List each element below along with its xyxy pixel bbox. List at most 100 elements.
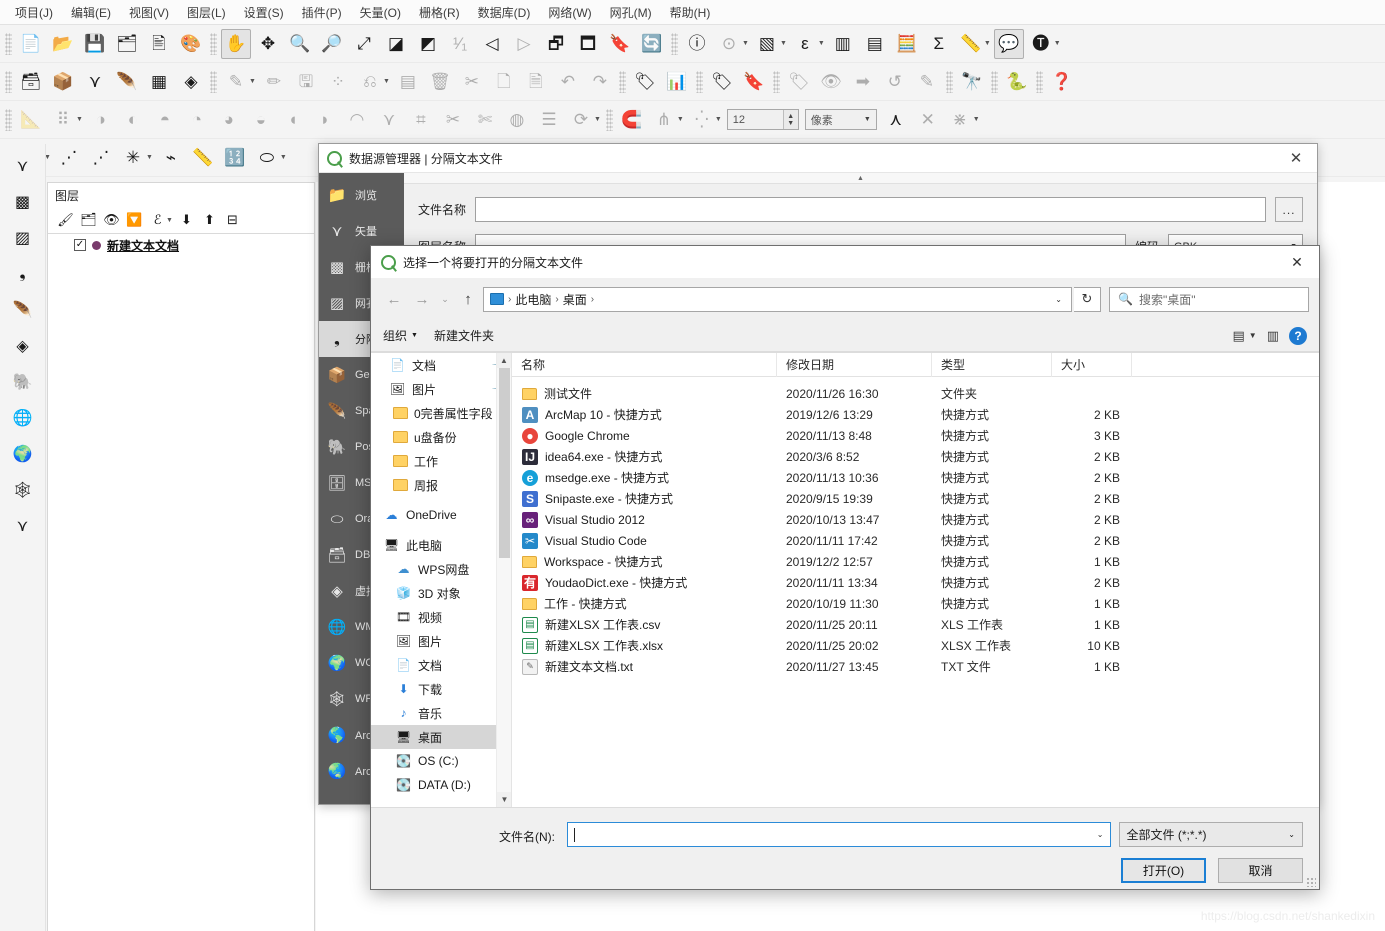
column-header-type[interactable]: 类型	[932, 353, 1052, 377]
cancel-button[interactable]: 取消	[1218, 858, 1303, 883]
python-console-icon[interactable]: 🐍	[1002, 67, 1032, 97]
toolbar-handle[interactable]	[695, 70, 703, 93]
add-delimited-text-icon[interactable]: ❟	[8, 259, 38, 289]
zoom-last-icon[interactable]: ◁	[477, 29, 507, 59]
chevron-down-icon[interactable]: ▼	[818, 40, 825, 47]
style-manager-icon[interactable]: 🎨	[176, 29, 206, 59]
menu-settings[interactable]: 设置(S)	[235, 1, 293, 24]
file-name-cell[interactable]: ▤ 新建XLSX 工作表.csv	[512, 616, 777, 633]
dsm-browse-button[interactable]: ...	[1275, 197, 1303, 222]
column-header-date[interactable]: 修改日期	[777, 353, 932, 377]
select-features-icon[interactable]: ▧	[752, 29, 782, 59]
toolbar-handle[interactable]	[5, 108, 12, 131]
add-wms-icon[interactable]: 🌐	[8, 403, 38, 433]
breadcrumb-item-this-pc[interactable]: 此电脑	[515, 291, 551, 308]
scroll-up-icon[interactable]: ▲	[497, 353, 511, 368]
new-map-view-icon[interactable]: 🗗	[541, 29, 571, 59]
forward-icon[interactable]: →	[409, 286, 435, 312]
table-row[interactable]: e msedge.exe - 快捷方式 2020/11/13 10:36 快捷方式…	[512, 467, 1319, 488]
table-row[interactable]: ∞ Visual Studio 2012 2020/10/13 13:47 快捷方…	[512, 509, 1319, 530]
vtb-add-postgis-layer[interactable]: 🐘	[0, 364, 45, 400]
highlight-pinned-labels-icon[interactable]: 🏷	[707, 67, 737, 97]
help-icon[interactable]: ?	[1289, 326, 1307, 345]
stepper-arrows-icon[interactable]: ▲ ▼	[782, 110, 798, 129]
toolbar-handle[interactable]	[990, 70, 998, 93]
table-row[interactable]: Workspace - 快捷方式 2019/12/2 12:57 快捷方式 1 …	[512, 551, 1319, 572]
resize-grip[interactable]	[1306, 877, 1316, 887]
add-point-xy-icon[interactable]: ⋰	[54, 143, 84, 173]
add-spatialite-icon[interactable]: 🪶	[8, 295, 38, 325]
save-project-icon[interactable]: 💾	[80, 29, 110, 59]
field-calculator-icon[interactable]: 🧮	[892, 29, 922, 59]
file-name-cell[interactable]: ▤ 新建XLSX 工作表.xlsx	[512, 637, 777, 654]
filename-input[interactable]: ⌄	[567, 822, 1111, 847]
refresh-map-icon[interactable]: 🔄	[637, 29, 667, 59]
table-row[interactable]: ● Google Chrome 2020/11/13 8:48 快捷方式 3 KB	[512, 425, 1319, 446]
refresh-icon[interactable]: ↻	[1074, 286, 1101, 312]
menu-vector[interactable]: 矢量(O)	[351, 1, 410, 24]
remove-layer-icon[interactable]: ⊟	[221, 209, 244, 231]
toolbar-handle[interactable]	[210, 70, 217, 93]
chevron-down-icon[interactable]: ⌄	[1097, 830, 1104, 839]
layer-labeling-icon[interactable]: 🏷	[630, 67, 660, 97]
tree-item-videos[interactable]: 🎞 视频	[371, 605, 511, 629]
menu-database[interactable]: 数据库(D)	[469, 1, 540, 24]
toolbar-handle[interactable]	[5, 32, 12, 55]
column-header-name[interactable]: 名称	[512, 353, 777, 377]
vtb-add-raster-layer[interactable]: ▩	[0, 184, 45, 220]
file-name-cell[interactable]: 工作 - 快捷方式	[512, 595, 777, 612]
table-row[interactable]: IJ idea64.exe - 快捷方式 2020/3/6 8:52 快捷方式 2…	[512, 446, 1319, 467]
table-row[interactable]: ▤ 新建XLSX 工作表.xlsx 2020/11/25 20:02 XLSX 工…	[512, 635, 1319, 656]
filter-legend-icon[interactable]: 🔽	[123, 209, 146, 231]
menu-help[interactable]: 帮助(H)	[661, 1, 720, 24]
tree-item-pictures-quick[interactable]: 🖼图片📌	[371, 377, 511, 401]
metasearch-icon[interactable]: 🔭	[957, 67, 987, 97]
new-3d-map-view-icon[interactable]: 🗖	[573, 29, 603, 59]
file-name-cell[interactable]: 测试文件	[512, 385, 777, 402]
dsm-titlebar[interactable]: 数据源管理器 | 分隔文本文件 ✕	[319, 144, 1317, 173]
column-header-size[interactable]: 大小	[1052, 353, 1132, 377]
deselect-features-icon[interactable]: ▥	[828, 29, 858, 59]
tree-item-folder-3[interactable]: 周报	[371, 473, 511, 497]
zoom-to-selection-icon[interactable]: ◪	[381, 29, 411, 59]
layer-tree-item[interactable]: ✓ 新建文本文档	[48, 234, 314, 256]
zoom-full-icon[interactable]: ⤢	[349, 29, 379, 59]
snapping-magnet-icon[interactable]: 🧲	[617, 105, 647, 135]
file-name-cell[interactable]: IJ idea64.exe - 快捷方式	[512, 448, 777, 465]
search-input[interactable]: 🔍 搜索"桌面"	[1109, 286, 1309, 312]
breadcrumb[interactable]: › 此电脑 › 桌面 › ⌄	[483, 286, 1072, 312]
vtb-add-virtual-layer[interactable]: ◈	[0, 328, 45, 364]
zoom-to-layer-icon[interactable]: ◩	[413, 29, 443, 59]
file-dialog-titlebar[interactable]: 选择一个将要打开的分隔文本文件 ✕	[371, 246, 1319, 278]
tree-item-documents[interactable]: 📄 文档	[371, 653, 511, 677]
add-node-icon[interactable]: ✳	[118, 143, 148, 173]
layer-diagram-icon[interactable]: 📊	[662, 67, 692, 97]
toolbar-handle[interactable]	[1035, 70, 1043, 93]
tree-item-music[interactable]: ♪ 音乐	[371, 701, 511, 725]
show-bookmarks-icon[interactable]: 🔖	[605, 29, 635, 59]
tree-item-folder-2[interactable]: 工作	[371, 449, 511, 473]
tree-item-downloads[interactable]: ⬇ 下载	[371, 677, 511, 701]
table-row[interactable]: ▤ 新建XLSX 工作表.csv 2020/11/25 20:11 XLS 工作表…	[512, 614, 1319, 635]
add-vector-layer-icon[interactable]: ⋎	[8, 151, 38, 181]
menu-view[interactable]: 视图(V)	[120, 1, 178, 24]
manage-layer-visibility-icon[interactable]: 👁	[100, 209, 123, 231]
tree-item-folder-0[interactable]: 0完善属性字段	[371, 401, 511, 425]
layer-name-label[interactable]: 新建文本文档	[107, 237, 179, 254]
recent-locations-icon[interactable]: ⌄	[437, 286, 453, 312]
data-source-manager-icon[interactable]: 🗃	[16, 67, 46, 97]
toolbar-handle[interactable]	[945, 70, 953, 93]
vtb-add-wcs-layer[interactable]: 🌍	[0, 436, 45, 472]
organize-button[interactable]: 组织 ▼	[383, 327, 418, 344]
expand-all-icon[interactable]: ⬇	[175, 209, 198, 231]
dsm-item-vector[interactable]: ⋎ 矢量	[319, 213, 404, 249]
chevron-down-icon[interactable]: ▼	[280, 154, 287, 161]
open-attribute-table-icon[interactable]: ▤	[860, 29, 890, 59]
menu-web[interactable]: 网络(W)	[539, 1, 600, 24]
tree-item-this-pc[interactable]: 🖥 此电脑	[371, 533, 511, 557]
change-view-button[interactable]: ▤ ▼	[1232, 328, 1256, 344]
toolbar-handle[interactable]	[605, 108, 613, 131]
file-name-cell[interactable]: ∞ Visual Studio 2012	[512, 511, 777, 528]
help-icon[interactable]: ❓	[1047, 67, 1077, 97]
add-line-icon[interactable]: ⋰	[86, 143, 116, 173]
